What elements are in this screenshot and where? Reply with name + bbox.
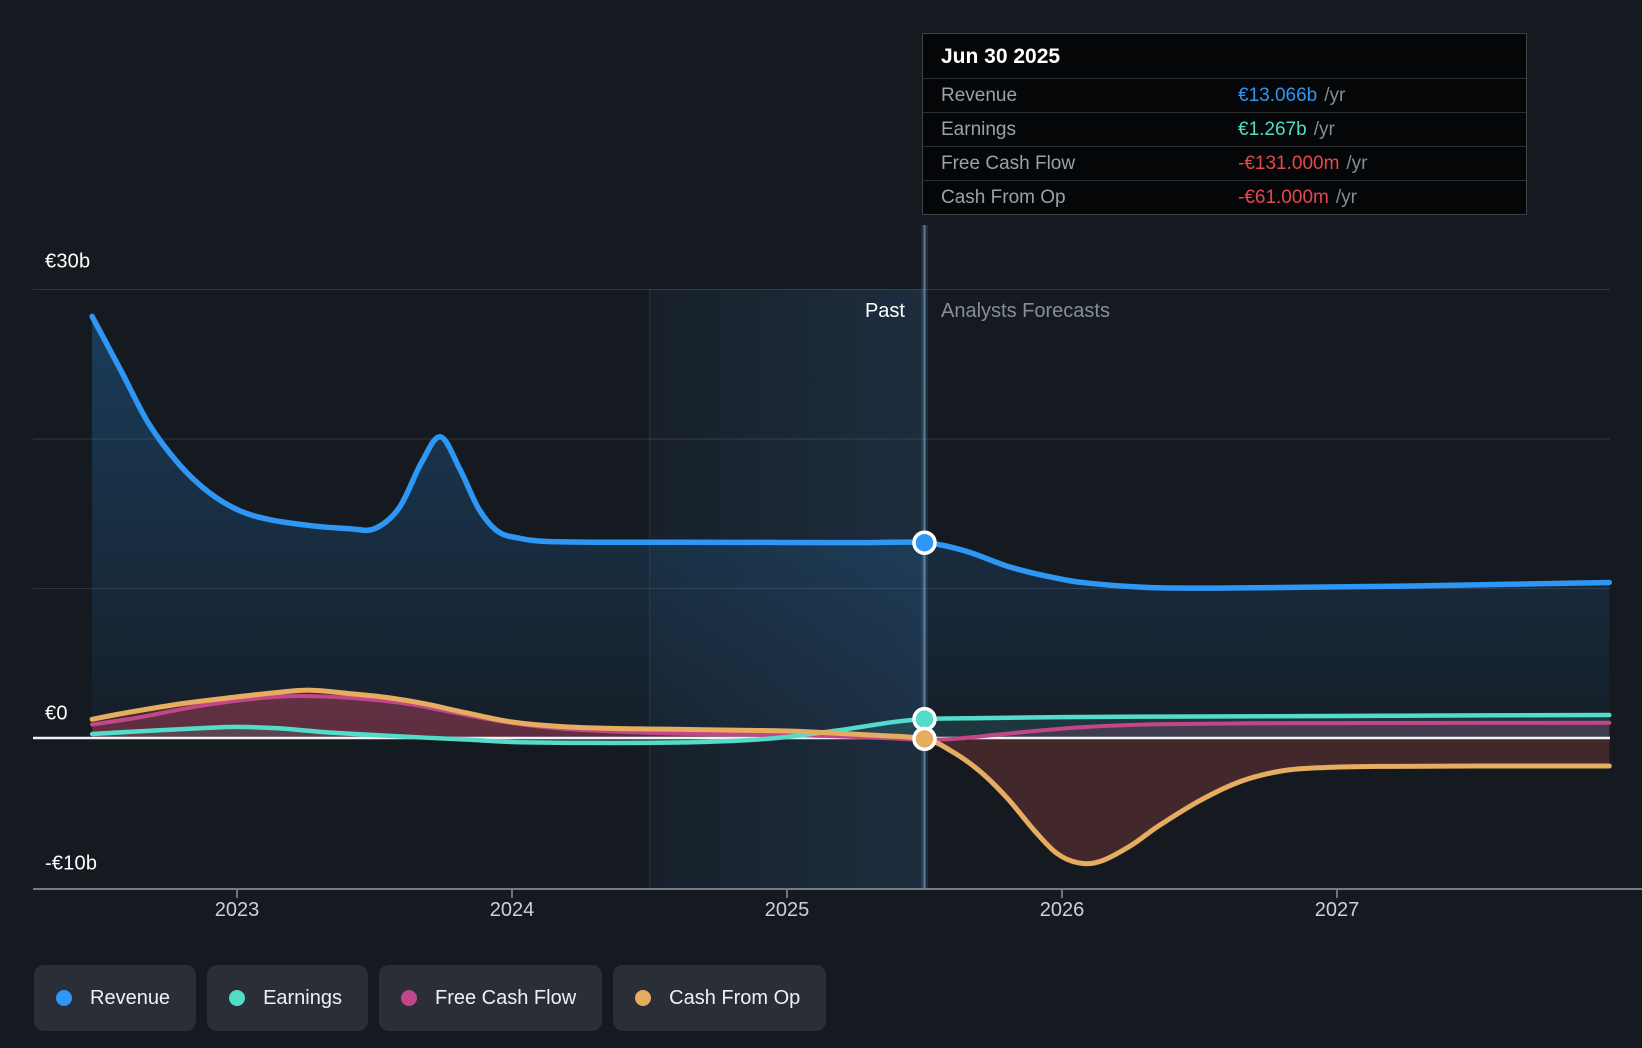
tooltip-suffix: /yr <box>1346 152 1368 174</box>
tooltip-label: Free Cash Flow <box>941 152 1076 174</box>
legend-label: Earnings <box>263 986 342 1009</box>
legend-item-earnings[interactable]: Earnings <box>207 965 368 1031</box>
earnings-dot-icon <box>229 990 246 1006</box>
tooltip-label: Cash From Op <box>941 186 1066 208</box>
tooltip-value: -€131.000m <box>1238 152 1340 174</box>
legend-item-revenue[interactable]: Revenue <box>34 965 197 1031</box>
data-tooltip: Jun 30 2025 Revenue €13.066b /yr Earning… <box>922 33 1527 215</box>
earnings-marker <box>912 706 937 732</box>
free-cash-flow-dot-icon <box>401 990 417 1006</box>
tooltip-date: Jun 30 2025 <box>941 45 1061 68</box>
x-axis-label-2026: 2026 <box>1039 899 1085 921</box>
revenue-marker <box>912 530 937 555</box>
tooltip-value: €1.267b <box>1238 118 1307 140</box>
tooltip-suffix: /yr <box>1313 118 1335 140</box>
past-region-label: Past <box>864 300 905 322</box>
revenue-dot-icon <box>56 990 72 1006</box>
x-axis-label-2023: 2023 <box>214 899 260 921</box>
tooltip-suffix: /yr <box>1335 186 1357 208</box>
legend-label: Free Cash Flow <box>435 986 577 1009</box>
tooltip-label: Earnings <box>941 118 1016 140</box>
legend: Revenue Earnings Free Cash Flow Cash Fro… <box>34 965 827 1031</box>
y-axis-label-0: €0 <box>45 702 68 725</box>
cash-from-op-marker <box>912 726 937 752</box>
legend-item-free-cash-flow[interactable]: Free Cash Flow <box>379 965 603 1031</box>
tooltip-row-cash-from-op: Cash From Op -€61.000m /yr <box>923 180 1526 214</box>
tooltip-value: €13.066b <box>1238 84 1318 106</box>
tooltip-suffix: /yr <box>1324 84 1346 106</box>
tooltip-label: Revenue <box>941 84 1018 106</box>
tooltip-value: -€61.000m <box>1238 186 1329 208</box>
legend-label: Revenue <box>90 986 171 1009</box>
x-axis-label-2027: 2027 <box>1314 899 1360 921</box>
tooltip-row-revenue: Revenue €13.066b /yr <box>923 78 1526 112</box>
cash-flow-chart-page: €30b €0 -€10b 2023 2024 2025 2026 2027 P… <box>0 0 1642 1048</box>
forecast-region-label: Analysts Forecasts <box>941 300 1110 322</box>
tooltip-row-earnings: Earnings €1.267b /yr <box>923 112 1526 146</box>
x-axis-label-2024: 2024 <box>489 899 535 921</box>
y-axis-label-neg10b: -€10b <box>45 852 98 875</box>
tooltip-row-free-cash-flow: Free Cash Flow -€131.000m /yr <box>923 146 1526 180</box>
legend-label: Cash From Op <box>669 986 801 1009</box>
y-axis-label-30b: €30b <box>45 250 91 273</box>
cash-from-op-dot-icon <box>635 990 652 1006</box>
legend-item-cash-from-op[interactable]: Cash From Op <box>613 965 827 1031</box>
x-axis-label-2025: 2025 <box>764 899 810 921</box>
